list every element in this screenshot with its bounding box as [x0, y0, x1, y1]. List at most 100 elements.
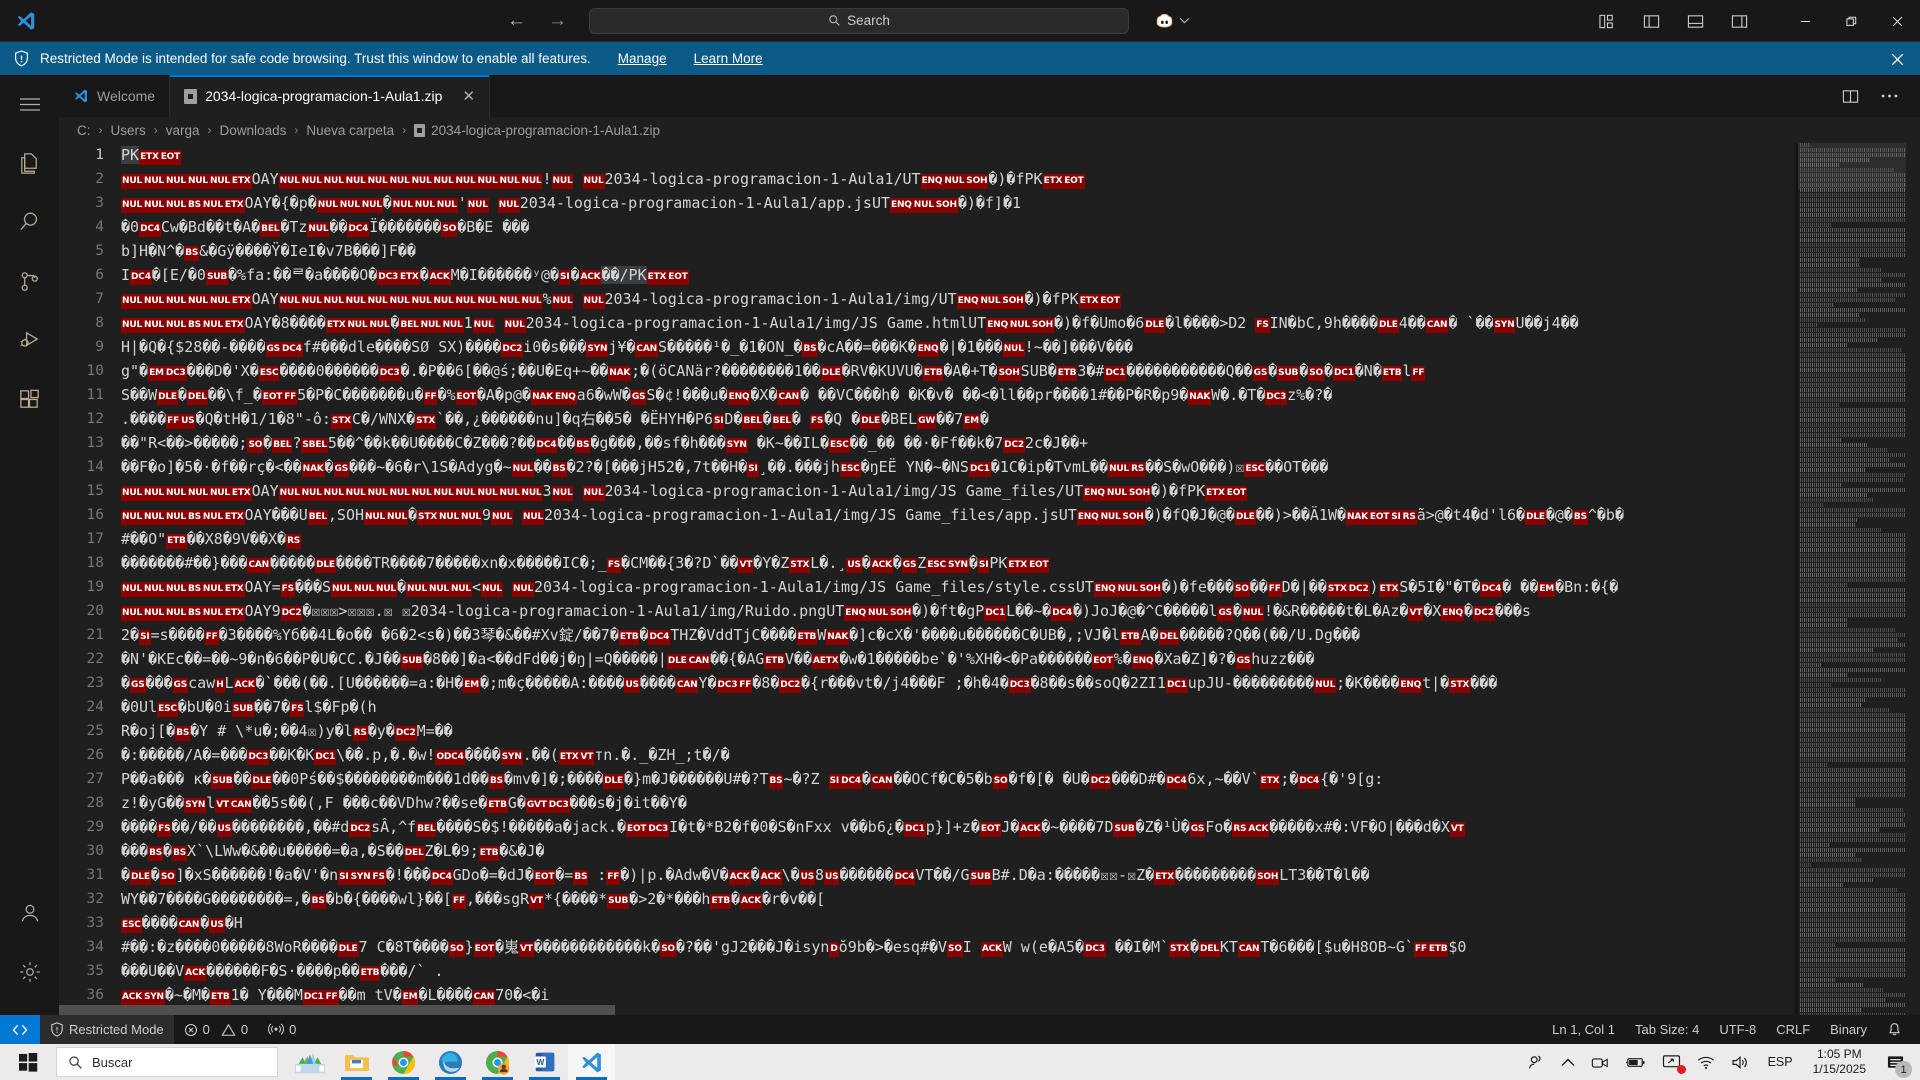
problems-button[interactable]: 0 0 [174, 1015, 258, 1044]
horizontal-scrollbar[interactable] [59, 1005, 615, 1015]
battery-charging-icon[interactable] [1617, 1044, 1654, 1080]
code-line: R�oj[�BS�Y # \*u�;��4☒)y�lRS�y�DC2M=�� [121, 719, 1920, 743]
split-editor-icon[interactable] [1842, 88, 1859, 105]
breadcrumb-segment[interactable]: C: [77, 123, 91, 138]
toggle-secondary-sidebar-icon[interactable] [1731, 13, 1748, 30]
edge-icon[interactable] [427, 1044, 474, 1080]
control-character-badge: DC3 [164, 366, 187, 381]
camera-icon[interactable] [1583, 1044, 1617, 1080]
banner-close-button[interactable] [1888, 50, 1906, 68]
tab-close-icon[interactable]: ✕ [462, 87, 475, 105]
banner-learn-more-link[interactable]: Learn More [694, 51, 763, 66]
tab-size-button[interactable]: Tab Size: 4 [1625, 1015, 1709, 1044]
chevron-up-icon[interactable] [1553, 1044, 1583, 1080]
code-text: ��� [145, 674, 173, 692]
control-character-badge: NUL [164, 198, 187, 213]
breadcrumb-segment[interactable]: 2034-logica-programacion-1-Aula1.zip [414, 123, 660, 138]
more-actions-icon[interactable] [1881, 93, 1898, 99]
code-content[interactable]: PKETX EOT NUL NUL NUL NUL NUL ETXOAYNUL NUL NUL NU… [121, 143, 1920, 1015]
breadcrumb-segment[interactable]: varga [166, 123, 200, 138]
account-button[interactable] [0, 883, 59, 942]
minimap-line [1800, 498, 1874, 502]
code-text: ��/PK [601, 266, 647, 284]
vscode-logo-icon [0, 0, 52, 42]
code-text: G� [507, 794, 526, 812]
sidebar-item-search[interactable] [0, 193, 59, 252]
banner-manage-link[interactable]: Manage [618, 51, 667, 66]
people-icon[interactable] [1519, 1044, 1553, 1080]
task-view-icon[interactable] [286, 1044, 333, 1080]
chrome-profile-icon[interactable] [474, 1044, 521, 1080]
minimap-line [1800, 263, 1860, 267]
windows-start-icon[interactable] [0, 1044, 56, 1080]
file-explorer-icon[interactable] [333, 1044, 380, 1080]
ports-button[interactable]: 0 [258, 1015, 306, 1044]
control-character-badge: SOH [997, 366, 1021, 381]
minimap[interactable] [1798, 143, 1906, 1015]
arrow-left-icon[interactable]: ← [507, 11, 526, 30]
cursor-position-button[interactable]: Ln 1, Col 1 [1542, 1015, 1625, 1044]
code-text: �)�ft�gP [912, 602, 985, 620]
minimap-line [1800, 448, 1889, 452]
tab-welcome[interactable]: Welcome [59, 75, 171, 117]
screen-share-recording-icon[interactable] [1654, 1044, 1689, 1080]
copilot-menu[interactable] [1155, 12, 1190, 29]
toggle-panel-icon[interactable] [1687, 13, 1704, 30]
status-bar: Restricted Mode 0 0 0 Ln 1, Col 1 Tab Si… [0, 1015, 1920, 1044]
encoding-button[interactable]: UTF-8 [1709, 1015, 1766, 1044]
window-restore-button[interactable] [1828, 0, 1874, 42]
word-icon[interactable]: W [521, 1044, 568, 1080]
control-character-badge: BS [186, 510, 202, 525]
code-text: THZ�VddTjC���� [670, 626, 797, 644]
command-center-search[interactable]: Search [589, 7, 1129, 34]
code-text: �bU�0i [177, 698, 232, 716]
manage-settings-button[interactable] [0, 942, 59, 1001]
wifi-icon[interactable] [1689, 1044, 1723, 1080]
control-character-badge: ACK [579, 270, 602, 285]
breadcrumb-segment[interactable]: Users [111, 123, 146, 138]
control-character-badge: NUL [142, 582, 165, 597]
code-text: �w�1�����be`�'%XH�<�Pa������ [839, 650, 1093, 668]
taskbar-search-input[interactable]: Buscar [56, 1047, 278, 1077]
control-character-badge: ENQ [1076, 510, 1100, 525]
sidebar-item-source-control[interactable] [0, 252, 59, 311]
code-text: z!�yG�� [121, 794, 185, 812]
toggle-primary-sidebar-icon[interactable] [1643, 13, 1660, 30]
notifications-button[interactable] [1877, 1015, 1912, 1044]
code-text: ^�b� [1587, 506, 1624, 524]
code-text: 3�# [1077, 362, 1105, 380]
sidebar-item-extensions[interactable] [0, 370, 59, 429]
control-character-badge: FF [452, 894, 466, 909]
shield-icon [51, 1022, 63, 1037]
language-indicator[interactable]: ESP [1758, 1055, 1803, 1069]
customize-layout-icon[interactable] [1599, 13, 1616, 30]
vscode-icon[interactable] [568, 1044, 615, 1080]
clock[interactable]: 1:05 PM 1/15/2025 [1803, 1047, 1876, 1077]
volume-icon[interactable] [1723, 1044, 1758, 1080]
language-mode-button[interactable]: Binary [1820, 1015, 1877, 1044]
menu-icon[interactable] [0, 75, 59, 134]
restricted-mode-button[interactable]: Restricted Mode [40, 1015, 174, 1044]
tab-zip-file[interactable]: 2034-logica-programacion-1-Aula1.zip ✕ [170, 75, 491, 117]
breadcrumb-segment[interactable]: Nueva carpeta [306, 123, 394, 138]
code-line: NUL NUL NUL NUL NUL ETXOAYNUL NUL NUL NUL NUL NUL N… [121, 479, 1920, 503]
vertical-scrollbar[interactable] [1906, 143, 1920, 1015]
code-text: ' [457, 194, 467, 212]
sidebar-item-explorer[interactable] [0, 134, 59, 193]
sidebar-item-run-and-debug[interactable] [0, 311, 59, 370]
language-mode-label: Binary [1830, 1022, 1867, 1037]
breadcrumb-segment[interactable]: Downloads [220, 123, 287, 138]
control-character-badge: VT [518, 942, 534, 957]
notification-center-button[interactable]: 1 [1876, 1044, 1914, 1080]
control-character-badge: FS [809, 414, 825, 429]
control-character-badge: BS [575, 438, 591, 453]
chrome-icon[interactable] [380, 1044, 427, 1080]
arrow-right-icon[interactable]: → [548, 11, 567, 30]
eol-button[interactable]: CRLF [1766, 1015, 1820, 1044]
control-character-badge: ENQ [986, 318, 1009, 333]
line-number: 12 [86, 411, 104, 427]
window-close-button[interactable] [1874, 0, 1920, 42]
window-minimize-button[interactable] [1782, 0, 1828, 42]
remote-window-button[interactable] [0, 1015, 40, 1044]
